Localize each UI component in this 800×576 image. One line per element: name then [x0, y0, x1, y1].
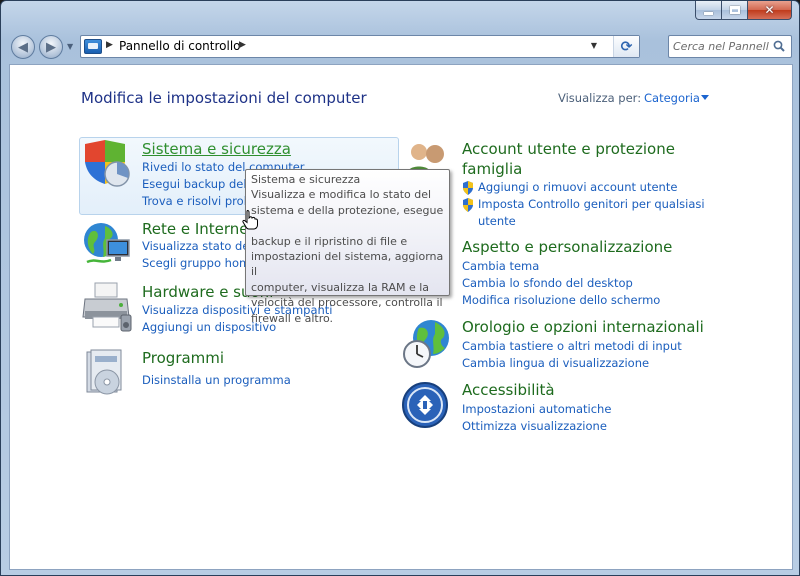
- navigation-bar: ◀ ▶ ▼ ▶ Pannello di controllo ▶ ▼ ⟳: [9, 32, 793, 60]
- link-uninstall-program[interactable]: Disinstalla un programma: [142, 373, 291, 387]
- minimize-icon: [704, 11, 713, 15]
- tooltip-line: firewall e altro.: [251, 311, 334, 325]
- view-by-dropdown[interactable]: Categoria: [644, 91, 700, 105]
- view-by-label: Visualizza per:: [558, 91, 642, 105]
- tooltip-title: Sistema e sicurezza: [251, 173, 361, 186]
- link-parental-controls[interactable]: Imposta Controllo genitori per qualsiasi: [478, 197, 705, 211]
- tooltip-line: computer, visualizza la RAM e la: [251, 280, 430, 294]
- hand-cursor-icon: [242, 210, 258, 230]
- shield-security-icon: [85, 140, 130, 187]
- programs-icon: [86, 349, 122, 395]
- category-title[interactable]: Accessibilità: [462, 381, 555, 399]
- category-title[interactable]: Aspetto e personalizzazione: [462, 238, 672, 256]
- category-tooltip: Sistema e sicurezza Visualizza e modific…: [245, 169, 450, 325]
- tooltip-line: Visualizza e modifica lo stato del: [251, 188, 432, 202]
- link-change-display-language[interactable]: Cambia lingua di visualizzazione: [462, 356, 649, 370]
- maximize-button[interactable]: [722, 1, 748, 20]
- page-title: Modifica le impostazioni del computer: [81, 89, 367, 107]
- link-optimize-display[interactable]: Ottimizza visualizzazione: [462, 419, 607, 433]
- tooltip-line: velocità del processore, controlla il: [251, 296, 443, 310]
- printer-icon: [82, 282, 132, 332]
- control-panel-window: ✕ ◀ ▶ ▼ ▶ Pannello di controllo ▶ ▼ ⟳ Ce…: [0, 0, 800, 576]
- breadcrumb-chevron-icon[interactable]: ▶: [239, 40, 246, 50]
- close-icon: ✕: [764, 3, 775, 17]
- forward-arrow-icon: ▶: [46, 39, 56, 55]
- category-title[interactable]: Sistema e sicurezza: [142, 140, 291, 158]
- tooltip-line: backup e il ripristino di file e: [251, 234, 408, 248]
- back-arrow-icon: ◀: [18, 39, 28, 55]
- tooltip-line: sistema e della protezione, esegue il: [251, 203, 444, 232]
- accessibility-icon: [402, 382, 448, 428]
- back-button[interactable]: ◀: [11, 35, 35, 59]
- address-dropdown-icon[interactable]: ▼: [587, 41, 601, 53]
- search-input[interactable]: [673, 39, 769, 54]
- globe-network-icon: [84, 223, 130, 264]
- link-change-keyboards[interactable]: Cambia tastiere o altri metodi di input: [462, 339, 682, 353]
- minimize-button[interactable]: [695, 1, 722, 20]
- control-panel-icon: [84, 39, 102, 54]
- address-bar[interactable]: ▶ Pannello di controllo ▶ ▼ ⟳: [80, 35, 640, 58]
- caption-buttons: ✕: [695, 1, 792, 20]
- link-let-windows-suggest[interactable]: Impostazioni automatiche: [462, 402, 611, 416]
- breadcrumb-control-panel[interactable]: Pannello di controllo: [119, 39, 241, 53]
- forward-button[interactable]: ▶: [39, 35, 63, 59]
- category-title[interactable]: Orologio e opzioni internazionali: [462, 318, 704, 336]
- link-parental-controls-cont[interactable]: utente: [478, 214, 516, 228]
- link-add-remove-accounts[interactable]: Aggiungi o rimuovi account utente: [478, 180, 677, 194]
- breadcrumb-chevron-icon[interactable]: ▶: [106, 40, 113, 50]
- search-box[interactable]: [668, 35, 792, 58]
- refresh-button[interactable]: ⟳: [613, 36, 639, 57]
- link-change-background[interactable]: Cambia lo sfondo del desktop: [462, 276, 633, 290]
- recent-pages-dropdown[interactable]: ▼: [67, 42, 75, 51]
- maximize-icon: [729, 6, 740, 14]
- category-title[interactable]: Programmi: [142, 349, 224, 367]
- category-title[interactable]: Rete e Internet: [142, 220, 254, 238]
- refresh-icon: ⟳: [620, 38, 633, 55]
- close-button[interactable]: ✕: [748, 1, 792, 20]
- tooltip-line: impostazioni del sistema, aggiorna il: [251, 250, 444, 279]
- uac-shield-icon: [463, 198, 473, 212]
- link-screen-resolution[interactable]: Modifica risoluzione dello schermo: [462, 293, 660, 307]
- category-title-line2[interactable]: famiglia: [462, 160, 522, 178]
- search-icon[interactable]: [773, 40, 785, 52]
- category-title-line1[interactable]: Account utente e protezione: [462, 140, 675, 158]
- uac-shield-icon: [463, 181, 473, 195]
- content-area: Modifica le impostazioni del computer Vi…: [9, 64, 793, 570]
- view-by-caret-icon[interactable]: [701, 95, 709, 100]
- link-change-theme[interactable]: Cambia tema: [462, 259, 539, 273]
